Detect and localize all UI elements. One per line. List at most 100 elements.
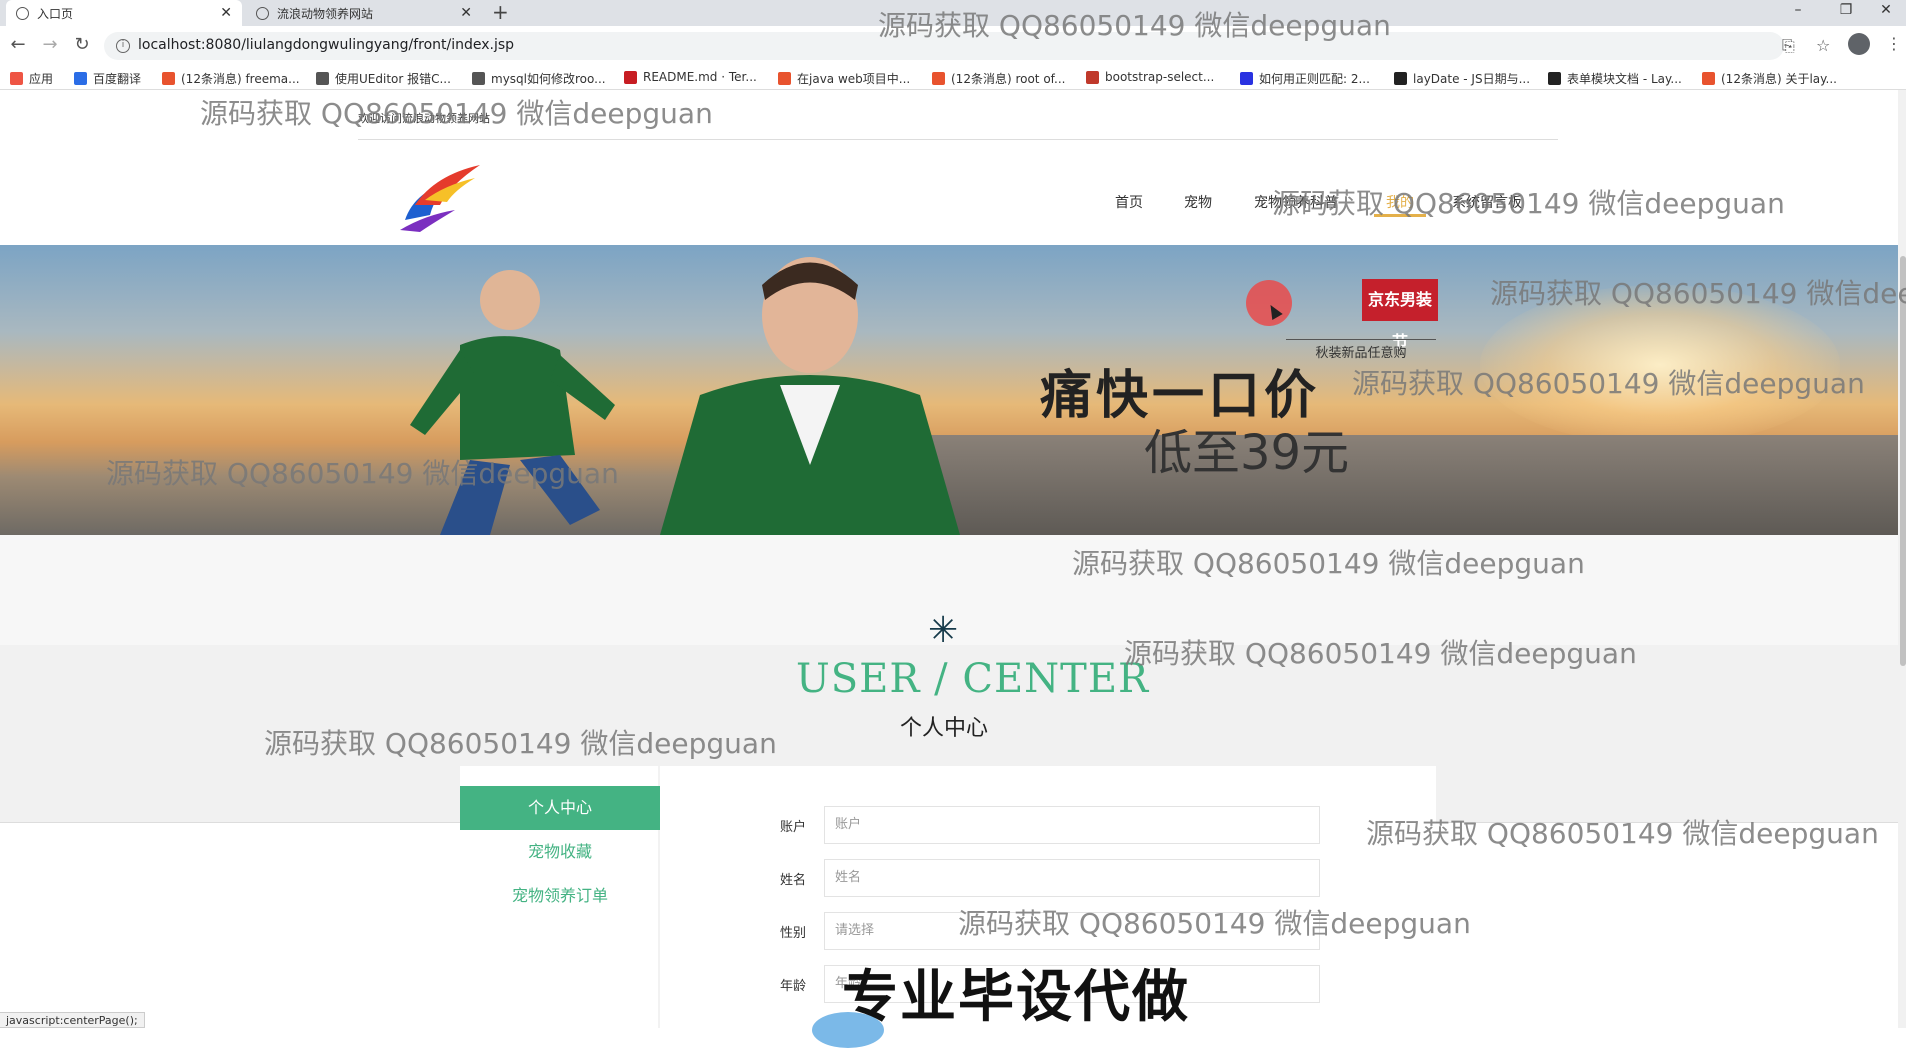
link-icon (316, 72, 329, 85)
bookmark-item[interactable]: 表单模块文档 - Lay... (1548, 70, 1682, 87)
bookmark-item[interactable]: 使用UEditor 报错C... (316, 70, 451, 87)
bookmark-label: mysql如何修改roo... (491, 72, 606, 86)
close-icon[interactable]: ✕ (220, 5, 232, 21)
bookmark-item[interactable]: layDate - JS日期与... (1394, 70, 1530, 87)
bookmark-label: layDate - JS日期与... (1413, 72, 1531, 86)
baidu-icon (1240, 72, 1253, 85)
name-input[interactable]: 姓名 (824, 859, 1320, 897)
bookmark-item[interactable]: mysql如何修改roo... (472, 70, 606, 87)
profile-avatar[interactable] (1848, 33, 1870, 55)
bookmark-label: 百度翻译 (93, 72, 142, 86)
bookmark-item[interactable]: 在java web项目中... (778, 70, 910, 87)
gitee-icon (624, 70, 637, 84)
bookmark-item[interactable]: 如何用正则匹配: 2... (1240, 70, 1370, 87)
tab-label: 流浪动物领养网站 (277, 6, 374, 21)
bookmark-label: (12条消息) 关于lay... (1721, 72, 1837, 86)
bookmark-label: 在java web项目中... (797, 72, 911, 86)
apps-icon (10, 72, 23, 85)
bookmark-label: bootstrap-select... (1105, 70, 1215, 84)
bookmark-label: 如何用正则匹配: 2... (1259, 72, 1370, 86)
nav-active-underline (1374, 214, 1426, 217)
status-bar: javascript:centerPage(); (0, 1012, 145, 1028)
bookmarks-bar: 应用 百度翻译 (12条消息) freema... 使用UEditor 报错C.… (0, 66, 1906, 90)
nav-adoption-guide[interactable]: 宠物领养科普 (1254, 192, 1338, 212)
bookmark-item[interactable]: bootstrap-select... (1086, 70, 1214, 84)
sidebar-item-favorites[interactable]: 宠物收藏 (460, 830, 660, 874)
web-page: 欢迎访问流浪动物领养网站 首页 宠物 宠物领养科普 我的 系统留言板 京东男装节… (0, 90, 1906, 1028)
age-label: 年龄 (780, 979, 807, 994)
bookmark-label: 表单模块文档 - Lay... (1567, 72, 1682, 86)
new-tab-button[interactable]: + (492, 0, 509, 26)
info-icon[interactable]: i (116, 39, 130, 53)
name-label: 姓名 (780, 873, 807, 888)
layui-icon (1394, 72, 1407, 85)
bookmark-label: README.md · Ter... (643, 70, 757, 84)
tab-strip: 入口页 ✕ 流浪动物领养网站 ✕ + – ❐ ✕ (0, 0, 1906, 26)
section-title-en: USER / CENTER (796, 656, 1150, 702)
address-bar[interactable]: i localhost:8080/liulangdongwulingyang/f… (104, 32, 1830, 60)
nav-message-board[interactable]: 系统留言板 (1452, 192, 1522, 212)
section-title-cn: 个人中心 (900, 716, 989, 741)
click-indicator (1246, 280, 1292, 326)
bookmark-label: 使用UEditor 报错C... (335, 72, 451, 86)
bookmark-item[interactable]: (12条消息) 关于lay... (1702, 70, 1837, 87)
nav-home[interactable]: 首页 (1115, 192, 1143, 212)
forward-icon[interactable]: → (38, 34, 62, 55)
bookmark-item[interactable]: 百度翻译 (74, 70, 141, 87)
bookmark-label: (12条消息) root of... (951, 72, 1066, 86)
gender-label: 性别 (780, 926, 807, 941)
bookmark-label: 应用 (29, 72, 54, 86)
globe-icon (16, 6, 29, 20)
restore-button[interactable]: ❐ (1826, 0, 1866, 26)
baidu-translate-icon (74, 72, 87, 85)
csdn-icon (1702, 72, 1715, 85)
url-text: localhost:8080/liulangdongwulingyang/fro… (138, 37, 515, 53)
form-row-name: 姓名 姓名 (780, 859, 1320, 897)
account-label: 账户 (780, 820, 807, 835)
bookmark-item[interactable]: (12条消息) root of... (932, 70, 1065, 87)
doc-icon (1086, 70, 1099, 84)
more-menu-icon[interactable]: ⋮ (1886, 34, 1902, 53)
bookmark-apps[interactable]: 应用 (10, 70, 53, 87)
window-close-button[interactable]: ✕ (1866, 0, 1906, 26)
csdn-icon (932, 72, 945, 85)
sidebar-item-orders[interactable]: 宠物领养订单 (460, 874, 660, 918)
csdn-icon (162, 72, 175, 85)
bookmark-item[interactable]: (12条消息) freema... (162, 70, 300, 87)
tab-label: 入口页 (37, 6, 74, 21)
csdn-icon (778, 72, 791, 85)
reload-icon[interactable]: ↻ (70, 34, 94, 55)
user-sidebar: 个人中心 宠物收藏 宠物领养订单 (460, 766, 660, 1028)
layui-icon (1548, 72, 1561, 85)
bookmark-star-icon[interactable]: ☆ (1816, 36, 1830, 55)
bookmark-label: (12条消息) freema... (181, 72, 300, 86)
banner-model-standing (660, 257, 960, 535)
minimize-button[interactable]: – (1778, 0, 1818, 26)
banner-ad[interactable]: 京东男装节 秋装新品任意购 痛快一口价 低至39元 (0, 245, 1900, 535)
account-input[interactable]: 账户 (824, 806, 1320, 844)
close-icon[interactable]: ✕ (460, 5, 472, 21)
nav-pets[interactable]: 宠物 (1184, 192, 1212, 212)
address-toolbar: ← → ↻ i localhost:8080/liulangdongwuling… (0, 26, 1906, 66)
back-icon[interactable]: ← (6, 34, 30, 55)
form-row-gender: 性别 请选择 (780, 912, 1320, 950)
form-row-account: 账户 账户 (780, 806, 1320, 844)
link-icon (472, 72, 485, 85)
banner-sky-glow (1480, 285, 1840, 445)
nav-mine[interactable]: 我的 (1386, 192, 1414, 212)
translate-icon[interactable]: ⎘ (1782, 36, 1795, 56)
brand-badge: 京东男装节 (1362, 279, 1438, 351)
site-logo[interactable] (395, 160, 485, 235)
scrollbar-thumb[interactable] (1900, 256, 1906, 666)
banner-model-jumping (410, 270, 615, 535)
overlay-ad-text: 专业毕设代做 (842, 965, 1190, 1030)
loading-spinner-icon: ✳ (928, 610, 959, 651)
welcome-text: 欢迎访问流浪动物领养网站 (358, 112, 490, 125)
tab-entry-page[interactable]: 入口页 ✕ (6, 0, 242, 26)
tab-pet-adoption[interactable]: 流浪动物领养网站 ✕ (246, 0, 482, 26)
gender-select[interactable]: 请选择 (824, 912, 1320, 950)
divider (358, 139, 1558, 140)
sidebar-item-profile[interactable]: 个人中心 (460, 786, 660, 830)
bookmark-item[interactable]: README.md · Ter... (624, 70, 757, 84)
globe-icon (256, 6, 269, 20)
